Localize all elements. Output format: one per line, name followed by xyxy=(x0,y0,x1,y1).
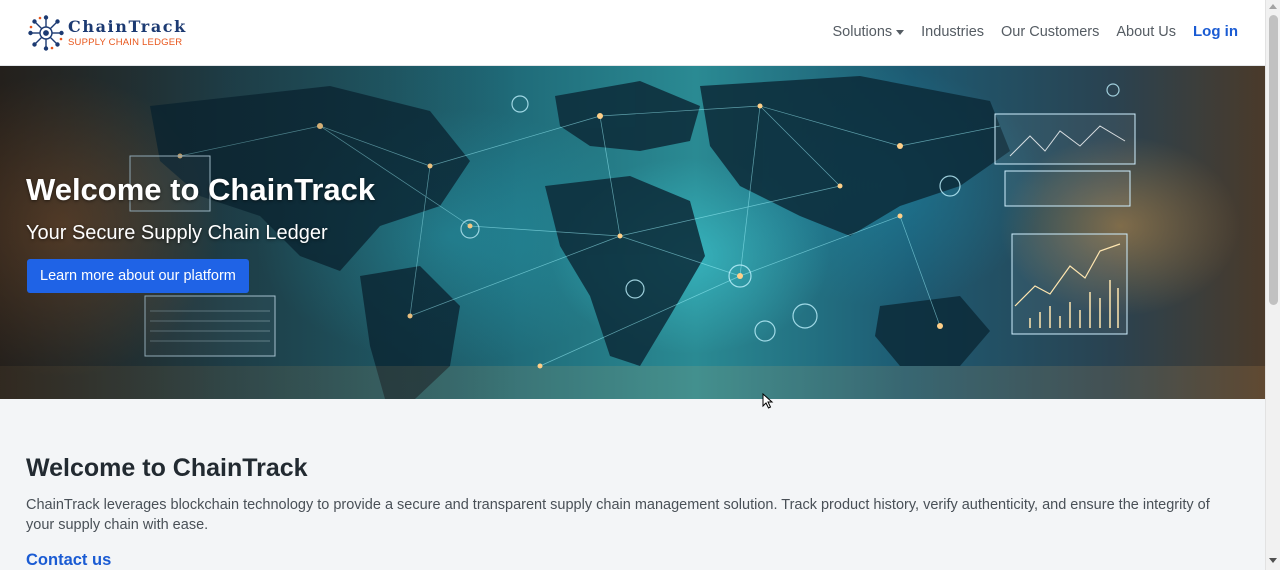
nav-item-our-customers[interactable]: Our Customers xyxy=(1001,22,1099,42)
scroll-down-arrow-icon[interactable] xyxy=(1269,558,1277,563)
intro-section: Welcome to ChainTrack ChainTrack leverag… xyxy=(0,399,1265,570)
brand-text: ChainTrack SUPPLY CHAIN LEDGER xyxy=(68,16,187,49)
nav-item-label: Our Customers xyxy=(1001,24,1100,40)
nav-item-label: About Us xyxy=(1116,24,1176,40)
scrollbar-thumb[interactable] xyxy=(1269,15,1278,305)
section-title: Welcome to ChainTrack xyxy=(26,454,308,482)
brand-logo-link[interactable]: ChainTrack SUPPLY CHAIN LEDGER xyxy=(28,13,187,53)
nav-item-industries[interactable]: Industries xyxy=(921,22,984,42)
brand-tagline: SUPPLY CHAIN LEDGER xyxy=(68,36,183,48)
scroll-up-arrow-icon[interactable] xyxy=(1269,4,1277,9)
caret-down-icon xyxy=(896,30,905,35)
nav-item-label: Industries xyxy=(921,24,985,40)
nav-item-solutions[interactable]: Solutions xyxy=(833,22,905,42)
nav-item-label: Solutions xyxy=(832,24,893,40)
mouse-pointer-icon xyxy=(762,393,774,409)
contact-us-link[interactable]: Contact us xyxy=(26,550,111,570)
page: ChainTrack SUPPLY CHAIN LEDGER Solutions… xyxy=(0,0,1265,570)
vertical-scrollbar[interactable] xyxy=(1265,0,1280,570)
navbar: ChainTrack SUPPLY CHAIN LEDGER Solutions… xyxy=(0,0,1265,66)
hero-title: Welcome to ChainTrack xyxy=(26,172,376,207)
hero-subtitle: Your Secure Supply Chain Ledger xyxy=(26,222,328,244)
hero-banner: Welcome to ChainTrack Your Secure Supply… xyxy=(0,66,1265,399)
learn-more-button[interactable]: Learn more about our platform xyxy=(27,259,249,293)
network-node-logo-icon xyxy=(28,15,64,51)
nav-item-about-us[interactable]: About Us xyxy=(1116,22,1176,42)
main-nav: Solutions Industries Our Customers About… xyxy=(816,22,1239,42)
brand-name: ChainTrack xyxy=(68,16,187,36)
login-link[interactable]: Log in xyxy=(1193,22,1238,42)
section-description: ChainTrack leverages blockchain technolo… xyxy=(26,497,1210,533)
